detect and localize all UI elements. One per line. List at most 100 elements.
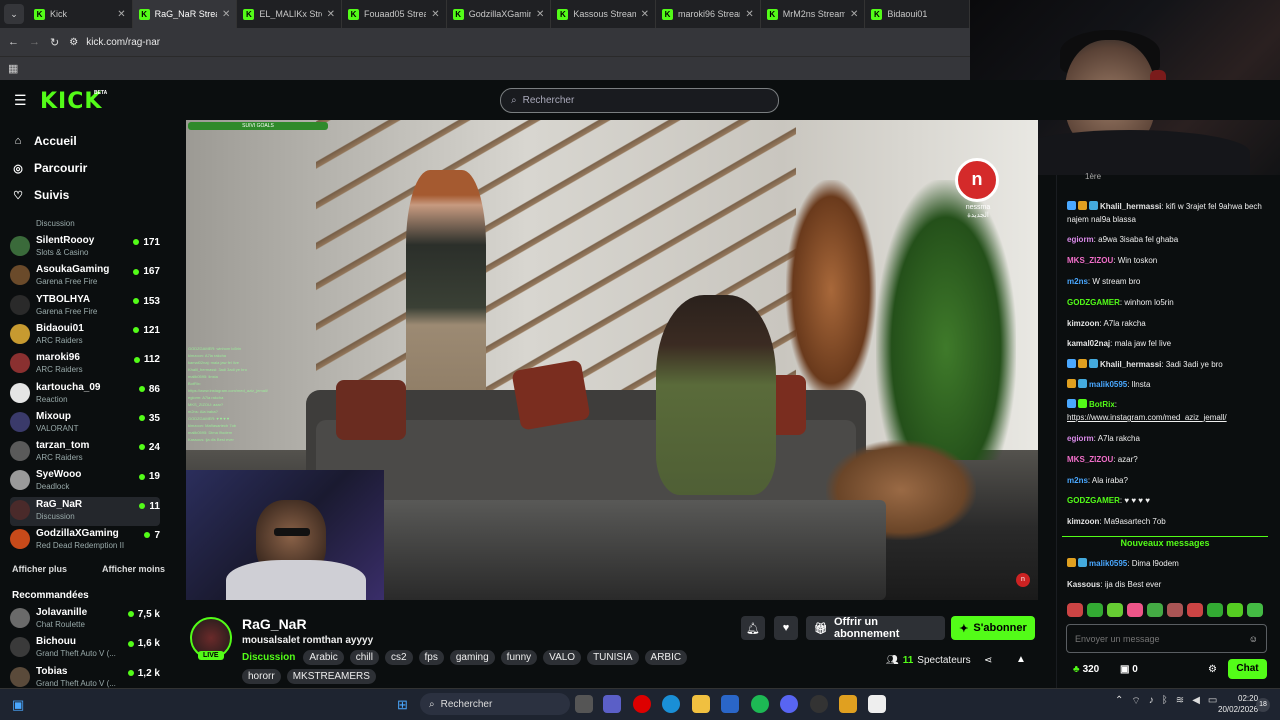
- bluetooth-icon[interactable]: ᛒ: [1162, 695, 1168, 708]
- chat-username[interactable]: Khalil_hermassi: [1100, 202, 1161, 211]
- chat-message[interactable]: MKS_ZIZOU: azar?: [1067, 453, 1267, 466]
- stream-tag[interactable]: Arabic: [303, 650, 344, 665]
- discord-icon[interactable]: [780, 695, 798, 713]
- chat-input[interactable]: [1075, 633, 1249, 644]
- chat-message[interactable]: kimzoon: Ma9asartech 7ob: [1067, 515, 1267, 528]
- chat-message[interactable]: malik0595: Dima l9odem: [1067, 557, 1267, 570]
- gift-count[interactable]: ▣ 0: [1120, 664, 1138, 675]
- emote-icon[interactable]: [1127, 603, 1143, 617]
- taskbar-search[interactable]: ⌕ Rechercher: [420, 693, 570, 715]
- apps-grid-icon[interactable]: ▦: [8, 62, 18, 75]
- close-icon[interactable]: ✕: [850, 9, 858, 20]
- report-icon[interactable]: ▲: [1016, 654, 1026, 665]
- stream-tag[interactable]: chill: [349, 650, 379, 665]
- emote-icon[interactable]: [1107, 603, 1123, 617]
- sidebar-channel[interactable]: SilentRoooy Slots & Casino 171: [10, 233, 160, 262]
- back-icon[interactable]: ←: [8, 36, 19, 48]
- chat-message[interactable]: egiorm: a9wa 3isaba fel ghaba: [1067, 233, 1267, 246]
- chat-username[interactable]: egiorm: [1067, 235, 1094, 244]
- chat-username[interactable]: Kassous: [1067, 580, 1100, 589]
- browser-tab[interactable]: K Fouaad05 Stream ✕: [342, 0, 447, 28]
- chrome-icon[interactable]: [810, 695, 828, 713]
- stream-tag[interactable]: cs2: [384, 650, 413, 665]
- close-icon[interactable]: ✕: [431, 9, 439, 20]
- notification-badge[interactable]: 18: [1256, 698, 1270, 712]
- new-messages-divider[interactable]: Nouveaux messages: [1062, 536, 1268, 548]
- emote-icon[interactable]: [1167, 603, 1183, 617]
- chat-message[interactable]: kimzoon: A7la rakcha: [1067, 317, 1267, 330]
- forward-icon[interactable]: →: [29, 36, 40, 48]
- stream-tag[interactable]: gaming: [449, 650, 495, 665]
- chat-input-box[interactable]: ☺: [1066, 624, 1267, 653]
- browser-tab[interactable]: Kmaroki96 Stream ✕: [656, 0, 761, 28]
- search-bar[interactable]: ⌕ Rechercher: [500, 88, 779, 113]
- channel-points[interactable]: ♣ 320: [1073, 664, 1099, 675]
- sidebar-channel[interactable]: GodzillaXGaming Red Dead Redemption II 7: [10, 526, 160, 555]
- browser-tab[interactable]: K RaG_NaR Stream ✕: [132, 0, 238, 28]
- sidebar-channel[interactable]: Bidaoui01 ARC Raiders 121: [10, 321, 160, 350]
- task-view-icon[interactable]: [575, 695, 593, 713]
- sidebar-channel[interactable]: SyeWooo Deadlock 19: [10, 467, 160, 496]
- emote-icon[interactable]: [1147, 603, 1163, 617]
- sidebar-channel[interactable]: maroki96 ARC Raiders 112: [10, 350, 160, 379]
- browser-tab[interactable]: K Kick ✕: [28, 0, 133, 28]
- chat-username[interactable]: malik0595: [1089, 380, 1127, 389]
- stream-category-link[interactable]: Discussion: [242, 650, 295, 665]
- chat-username[interactable]: BotRix: [1089, 400, 1115, 409]
- follow-button[interactable]: ♥: [774, 616, 798, 640]
- notepad-icon[interactable]: [868, 695, 886, 713]
- browser-tab[interactable]: K Bidaoui01: [865, 0, 971, 28]
- stream-tag[interactable]: funny: [500, 650, 538, 665]
- sidebar-channel[interactable]: YTBOLHYA Garena Free Fire 153: [10, 292, 160, 321]
- emote-icon[interactable]: [1187, 603, 1203, 617]
- chat-username[interactable]: MKS_ZIZOU: [1067, 256, 1113, 265]
- chat-username[interactable]: egiorm: [1067, 434, 1094, 443]
- chat-username[interactable]: malik0595: [1089, 559, 1127, 568]
- close-icon[interactable]: ✕: [745, 9, 753, 20]
- browser-tab[interactable]: K MrM2ns Stream ✕: [761, 0, 866, 28]
- close-icon[interactable]: ✕: [117, 9, 125, 20]
- file-explorer-icon[interactable]: [692, 695, 710, 713]
- chat-settings-icon[interactable]: ⚙: [1208, 664, 1217, 675]
- nav-home[interactable]: ⌂ Accueil: [12, 134, 77, 148]
- emote-icon[interactable]: [1087, 603, 1103, 617]
- chat-message[interactable]: malik0595: llnsta: [1067, 378, 1267, 391]
- emote-icon[interactable]: [1067, 603, 1083, 617]
- emote-icon[interactable]: [1227, 603, 1243, 617]
- subscribe-button[interactable]: ✦ S'abonner: [951, 616, 1035, 640]
- nav-following[interactable]: ♡ Suivis: [12, 188, 69, 202]
- windows-start-icon[interactable]: ⊞: [397, 697, 408, 713]
- chat-message[interactable]: GODZGAMER: winhom lo5rin: [1067, 296, 1267, 309]
- sidebar-channel[interactable]: Bichouu Grand Theft Auto V (... 1,6 k: [10, 634, 160, 663]
- chat-message[interactable]: BotRix: https://www.instagram.com/med_az…: [1067, 398, 1267, 424]
- network-icon[interactable]: ⌔: [1131, 695, 1140, 708]
- chat-message[interactable]: egiorm: A7la rakcha: [1067, 432, 1267, 445]
- site-info-icon[interactable]: ⚙: [69, 37, 78, 48]
- sidebar-channel[interactable]: kartoucha_09 Reaction 86: [10, 380, 160, 409]
- teams-icon[interactable]: [603, 695, 621, 713]
- emoji-icon[interactable]: ☺: [1249, 634, 1258, 644]
- chat-message[interactable]: m2ns: Ala iraba?: [1067, 474, 1267, 487]
- close-icon[interactable]: ✕: [536, 9, 544, 20]
- chat-send-button[interactable]: Chat: [1228, 659, 1267, 679]
- tab-list-menu-button[interactable]: ⌄: [4, 4, 24, 24]
- chat-message[interactable]: Kassous: ija dis Best ever: [1067, 578, 1267, 591]
- share-icon[interactable]: ⋖: [984, 655, 992, 666]
- emote-icon[interactable]: [1207, 603, 1223, 617]
- sidebar-channel[interactable]: tarzan_tom ARC Raiders 24: [10, 438, 160, 467]
- stream-tag[interactable]: ARBIC: [644, 650, 688, 665]
- browser-tab[interactable]: K EL_MALIKx Stream ✕: [237, 0, 343, 28]
- chat-username[interactable]: Khalil_hermassi: [1100, 360, 1161, 369]
- chat-username[interactable]: m2ns: [1067, 277, 1088, 286]
- chat-username[interactable]: kamal02naj: [1067, 339, 1110, 348]
- chat-message[interactable]: GODZGAMER: ♥ ♥ ♥ ♥: [1067, 494, 1267, 507]
- nav-browse[interactable]: ◎ Parcourir: [12, 161, 87, 175]
- emote-icon[interactable]: [1247, 603, 1263, 617]
- notification-bell-button[interactable]: 🔔︎: [741, 616, 765, 640]
- sidebar-channel[interactable]: RaG_NaR Discussion 11: [10, 496, 160, 526]
- chevron-up-icon[interactable]: ⌃: [1115, 695, 1123, 708]
- menu-icon[interactable]: ☰: [14, 93, 28, 107]
- spotify-icon[interactable]: [751, 695, 769, 713]
- sidebar-channel[interactable]: Mixoup VALORANT 35: [10, 409, 160, 438]
- stream-tag[interactable]: VALO: [543, 650, 582, 665]
